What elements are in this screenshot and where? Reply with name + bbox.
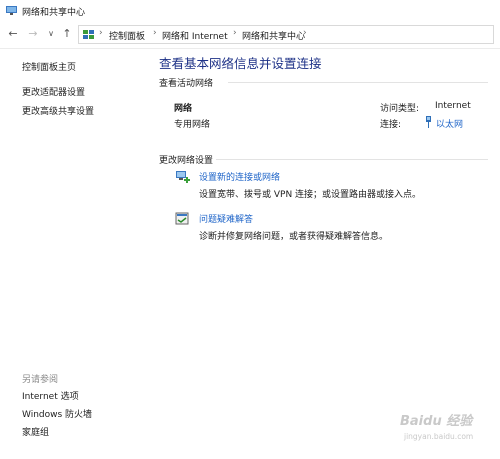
sidebar-item-control-panel-home[interactable]: 控制面板主页 xyxy=(22,60,76,73)
breadcrumb-network-internet[interactable]: 网络和 Internet xyxy=(162,29,228,42)
ethernet-connection-link[interactable]: 以太网 xyxy=(436,117,463,130)
change-settings-heading: 更改网络设置 xyxy=(159,156,214,166)
breadcrumb-control-panel[interactable]: 控制面板 xyxy=(109,29,145,42)
main-panel: 查看基本网络信息并设置连接 查看活动网络 网络 专用网络 访问类型: Inter… xyxy=(150,49,500,459)
see-also-heading: 另请参阅 xyxy=(22,375,59,385)
active-networks-heading: 查看活动网络 xyxy=(159,79,214,89)
see-also-internet-options[interactable]: Internet 选项 xyxy=(22,389,79,402)
access-type-label: 访问类型: xyxy=(380,104,420,114)
troubleshoot-icon xyxy=(175,212,189,225)
setup-new-connection-desc: 设置宽带、拨号或 VPN 连接；或设置路由器或接入点。 xyxy=(199,190,422,200)
back-arrow-icon[interactable]: ← xyxy=(6,27,20,41)
up-arrow-icon[interactable]: ↑ xyxy=(60,27,74,41)
page-title: 查看基本网络信息并设置连接 xyxy=(159,56,322,71)
address-bar[interactable]: › 控制面板 › 网络和 Internet › 网络和共享中心 › xyxy=(78,25,494,44)
breadcrumb-separator: › xyxy=(303,28,307,38)
sidebar-item-advanced-sharing[interactable]: 更改高级共享设置 xyxy=(22,104,94,117)
forward-arrow-icon[interactable]: → xyxy=(26,27,40,41)
section-divider xyxy=(228,82,488,83)
section-divider xyxy=(216,159,488,160)
network-setup-icon xyxy=(176,171,190,183)
network-type-link[interactable]: 专用网络 xyxy=(174,117,210,130)
ethernet-icon xyxy=(426,116,431,128)
troubleshoot-desc: 诊断并修复网络问题，或者获得疑难解答信息。 xyxy=(199,232,389,242)
breadcrumb-separator: › xyxy=(233,28,237,38)
connection-label: 连接: xyxy=(380,120,402,130)
navigation-bar: ← → ∨ ↑ › 控制面板 › 网络和 Internet › 网络和共享中心 … xyxy=(0,22,500,48)
network-center-icon xyxy=(6,6,17,15)
setup-new-connection-link[interactable]: 设置新的连接或网络 xyxy=(199,170,280,183)
see-also-windows-firewall[interactable]: Windows 防火墙 xyxy=(22,407,92,420)
sidebar-item-adapter-settings[interactable]: 更改适配器设置 xyxy=(22,85,85,98)
breadcrumb-sharing-center[interactable]: 网络和共享中心 xyxy=(242,29,305,42)
control-panel-icon xyxy=(83,30,94,39)
breadcrumb-separator: › xyxy=(153,28,157,38)
title-bar: 网络和共享中心 xyxy=(0,0,500,22)
window-title: 网络和共享中心 xyxy=(22,8,86,18)
recent-locations-icon[interactable]: ∨ xyxy=(44,27,58,41)
baidu-watermark: Baidu 经验 jingyan.baidu.com xyxy=(400,413,474,441)
left-panel: 控制面板主页 更改适配器设置 更改高级共享设置 另请参阅 Internet 选项… xyxy=(0,49,150,459)
watermark-site: jingyan.baidu.com xyxy=(403,432,473,441)
see-also-homegroup[interactable]: 家庭组 xyxy=(22,425,49,438)
troubleshoot-link[interactable]: 问题疑难解答 xyxy=(199,212,253,225)
watermark-brand: Baidu 经验 xyxy=(400,413,474,429)
network-name: 网络 xyxy=(174,104,193,114)
breadcrumb-separator: › xyxy=(99,28,103,38)
access-type-value: Internet xyxy=(435,101,471,111)
